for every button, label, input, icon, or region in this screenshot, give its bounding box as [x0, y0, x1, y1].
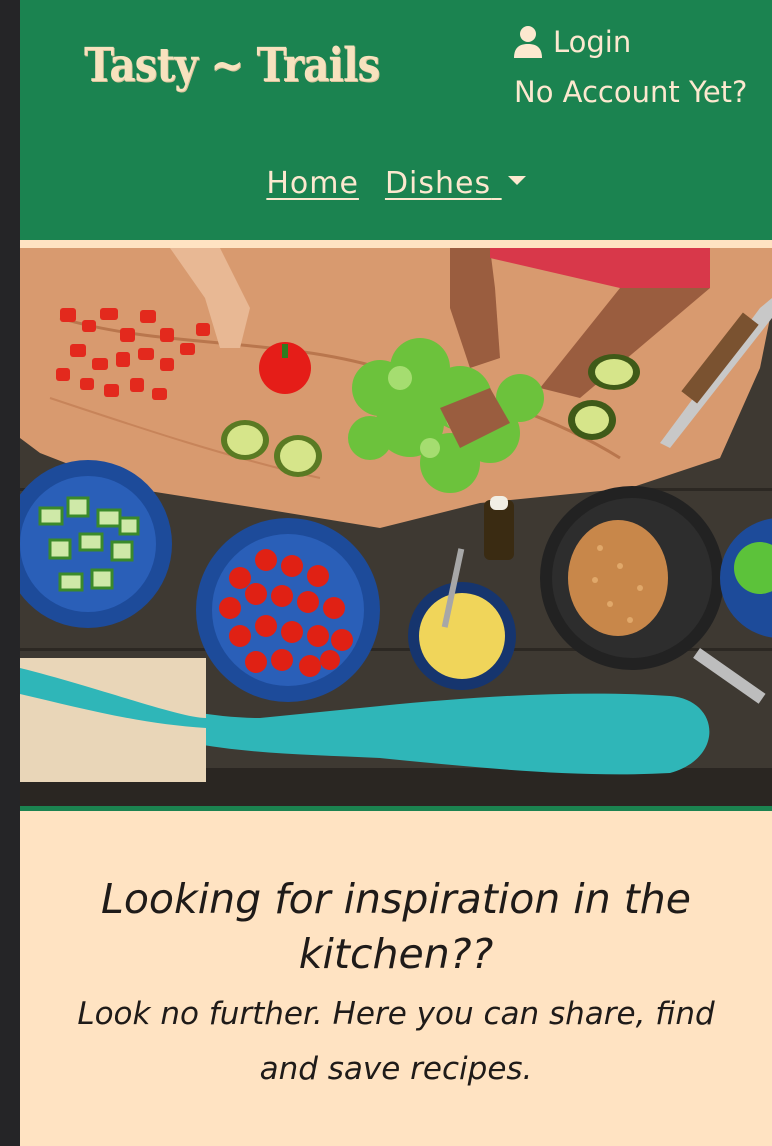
- nav-dishes-label: Dishes: [384, 166, 492, 201]
- account-links: Login No Account Yet?: [514, 22, 747, 112]
- nav-dishes-dropdown[interactable]: Dishes: [385, 166, 526, 206]
- caret-down-icon: [507, 176, 526, 185]
- register-link[interactable]: No Account Yet?: [514, 72, 747, 112]
- hero-image: [20, 248, 772, 808]
- intro-heading: Looking for inspiration in the kitchen??: [101, 875, 691, 978]
- page: Tasty ~ Trails Login No Account Yet? Hom…: [20, 0, 772, 1146]
- site-logo[interactable]: Tasty ~ Trails: [84, 38, 380, 93]
- hero-photo-illustration: [20, 248, 772, 808]
- nav-home-link[interactable]: Home: [266, 166, 359, 206]
- user-icon: [514, 26, 542, 58]
- login-label: Login: [553, 25, 632, 59]
- login-link[interactable]: Login: [514, 22, 747, 62]
- intro-subheading: Look no further. Here you can share, fin…: [77, 996, 715, 1087]
- intro-section: Looking for inspiration in the kitchen??…: [20, 872, 772, 1097]
- site-header: Tasty ~ Trails Login No Account Yet? Hom…: [20, 0, 772, 240]
- main-nav: Home Dishes: [20, 166, 772, 206]
- hero-divider: [20, 806, 772, 811]
